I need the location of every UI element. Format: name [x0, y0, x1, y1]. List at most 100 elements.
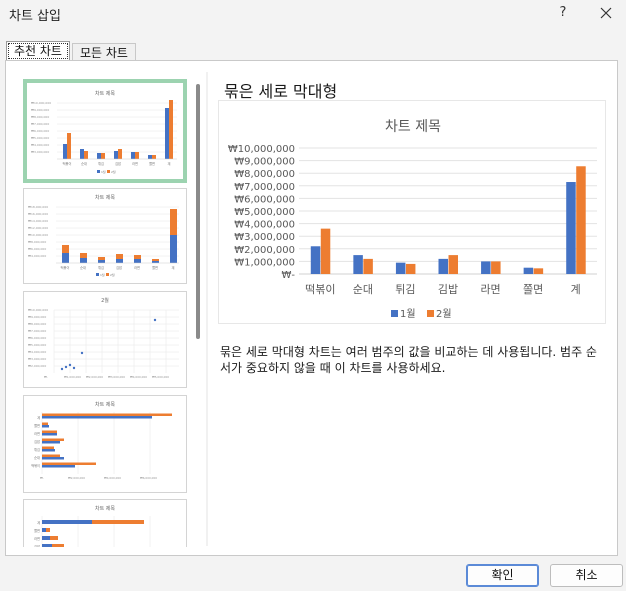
chart-preview-panel: 묶은 세로 막대형 차트 제목 ₩10,000,000 ₩9,000,000 ₩8,… [210, 72, 611, 546]
svg-text:김밥: 김밥 [34, 544, 40, 547]
svg-text:김밥: 김밥 [115, 161, 121, 166]
svg-text:₩10,000,000: ₩10,000,000 [31, 101, 51, 105]
legend-swatch [427, 310, 434, 317]
x-tick-label: 계 [571, 283, 581, 296]
thumbnail-title: 차트 제목 [95, 505, 115, 512]
thumbnail-title: 2월 [101, 297, 109, 304]
y-tick-label: ₩10,000,000 [228, 144, 295, 155]
thumbnail-stacked-bar[interactable]: 차트 제목 계 쫄면 라면 김밥 [23, 499, 187, 547]
svg-text:튀김: 튀김 [98, 265, 104, 270]
svg-text:떡볶이: 떡볶이 [61, 265, 70, 270]
svg-text:₩4,000,000: ₩4,000,000 [31, 143, 49, 147]
thumbnail-scatter[interactable]: 2월 ₩10,000,000 ₩9,000,000 ₩8,000,000 ₩7,00… [23, 291, 187, 388]
svg-text:₩16,000,000: ₩16,000,000 [28, 212, 48, 216]
svg-text:떡볶이: 떡볶이 [31, 463, 40, 468]
close-button[interactable] [596, 3, 616, 23]
bar-2월-쫄면 [533, 268, 544, 274]
svg-text:계: 계 [172, 265, 175, 270]
svg-text:쫄면: 쫄면 [34, 528, 40, 533]
svg-text:₩12,000,000: ₩12,000,000 [28, 226, 48, 230]
svg-text:₩-: ₩- [40, 476, 44, 480]
svg-text:₩6,000,000: ₩6,000,000 [140, 476, 157, 480]
legend-entry: 2월 [436, 308, 452, 320]
svg-text:계: 계 [168, 161, 171, 166]
svg-text:₩4,000,000: ₩4,000,000 [104, 476, 121, 480]
chart-description: 묶은 세로 막대형 차트는 여러 범주의 값을 비교하는 데 사용됩니다. 범주… [220, 345, 597, 375]
bar-2월-김밥 [448, 255, 458, 274]
svg-text:튀김: 튀김 [34, 447, 40, 452]
svg-text:김밥: 김밥 [116, 265, 122, 270]
thumbnail-title: 차트 제목 [95, 401, 115, 408]
bar-2월-순대 [363, 258, 373, 274]
legend-swatch [391, 310, 398, 317]
bar-2월-튀김 [405, 263, 416, 274]
panel-divider [206, 72, 208, 546]
svg-text:₩10,000,000: ₩10,000,000 [28, 233, 48, 237]
svg-text:₩4,000,000: ₩4,000,000 [28, 350, 46, 354]
ok-button[interactable]: 확인 [466, 564, 539, 587]
svg-text:순대: 순대 [81, 161, 87, 166]
svg-text:₩9,000,000: ₩9,000,000 [28, 315, 46, 319]
svg-text:₩18,000,000: ₩18,000,000 [28, 205, 48, 209]
svg-text:라면: 라면 [34, 431, 40, 436]
cancel-button[interactable]: 취소 [550, 564, 623, 587]
svg-text:₩-: ₩- [44, 375, 48, 379]
y-tick-label: ₩6,000,000 [234, 194, 295, 205]
svg-text:₩3,000,000: ₩3,000,000 [31, 150, 49, 154]
svg-text:쫄면: 쫄면 [152, 265, 158, 270]
x-tick-label: 라면 [480, 283, 500, 296]
svg-text:계: 계 [37, 415, 40, 420]
svg-text:1월: 1월 [101, 169, 106, 174]
svg-text:₩7,000,000: ₩7,000,000 [31, 122, 49, 126]
chart-thumbnail-list: 차트 제목 ₩10,000,000 ₩9,000,000 ₩8,000,000 ₩7… [11, 72, 191, 547]
svg-text:₩3,000,000: ₩3,000,000 [108, 375, 125, 379]
svg-text:순대: 순대 [34, 455, 40, 460]
svg-text:계: 계 [37, 520, 40, 525]
svg-text:2월: 2월 [111, 169, 116, 174]
svg-text:라면: 라면 [134, 265, 140, 270]
y-tick-label: ₩1,000,000 [234, 257, 295, 268]
svg-text:₩9,000,000: ₩9,000,000 [31, 108, 49, 112]
svg-text:쫄면: 쫄면 [149, 161, 155, 166]
bar-1월-순대 [353, 255, 363, 274]
svg-text:₩2,000,000: ₩2,000,000 [28, 364, 46, 368]
y-tick-label: ₩- [282, 270, 296, 281]
chart-title: 차트 제목 [385, 119, 441, 135]
svg-text:₩5,000,000: ₩5,000,000 [152, 375, 169, 379]
help-button[interactable]: ? [553, 3, 573, 23]
tab-recommended-charts[interactable]: 추천 차트 [6, 41, 70, 61]
svg-text:₩7,000,000: ₩7,000,000 [28, 329, 46, 333]
svg-text:₩8,000,000: ₩8,000,000 [31, 115, 49, 119]
x-tick-label: 순대 [353, 283, 373, 296]
bar-2월-계 [576, 166, 586, 274]
bar-1월-라면 [481, 261, 491, 274]
y-tick-label: ₩5,000,000 [234, 207, 295, 218]
dialog-title: 차트 삽입 [9, 9, 61, 24]
x-tick-label: 쫄면 [523, 283, 543, 296]
svg-text:김밥: 김밥 [34, 439, 40, 444]
svg-text:₩5,000,000: ₩5,000,000 [28, 343, 46, 347]
y-tick-label: ₩4,000,000 [234, 220, 295, 231]
bar-2월-떡볶이 [320, 228, 331, 274]
svg-text:1월: 1월 [100, 272, 105, 277]
svg-text:₩8,000,000: ₩8,000,000 [28, 240, 46, 244]
x-tick-label: 김밥 [438, 283, 458, 296]
tab-all-charts[interactable]: 모든 차트 [72, 43, 136, 61]
title-bar: 차트 삽입 ? [0, 0, 626, 28]
y-tick-label: ₩7,000,000 [234, 182, 295, 193]
preview-chart: 차트 제목 ₩10,000,000 ₩9,000,000 ₩8,000,000 ₩7,… [218, 100, 606, 324]
y-tick-label: ₩3,000,000 [234, 232, 295, 243]
y-tick-label: ₩9,000,000 [234, 157, 295, 168]
content-panel: 차트 제목 ₩10,000,000 ₩9,000,000 ₩8,000,000 ₩7… [5, 60, 618, 556]
thumbnail-clustered-column[interactable]: 차트 제목 ₩10,000,000 ₩9,000,000 ₩8,000,000 ₩7… [23, 79, 187, 183]
y-tick-label: ₩8,000,000 [234, 169, 295, 180]
bar-1월-계 [566, 182, 576, 274]
thumbnail-scrollbar[interactable] [196, 84, 200, 339]
thumbnail-clustered-bar[interactable]: 차트 제목 계 쫄면 라면 김밥 튀김 순대 떡볶이 ₩- ₩2,000,000… [23, 395, 187, 493]
thumbnail-stacked-column[interactable]: 차트 제목 ₩18,000,000 ₩16,000,000 ₩14,000,000 … [23, 188, 187, 284]
svg-text:₩14,000,000: ₩14,000,000 [28, 219, 48, 223]
svg-text:2월: 2월 [110, 272, 115, 277]
legend-entry: 1월 [400, 308, 416, 320]
svg-text:₩8,000,000: ₩8,000,000 [28, 322, 46, 326]
x-tick-label: 튀김 [395, 283, 415, 296]
